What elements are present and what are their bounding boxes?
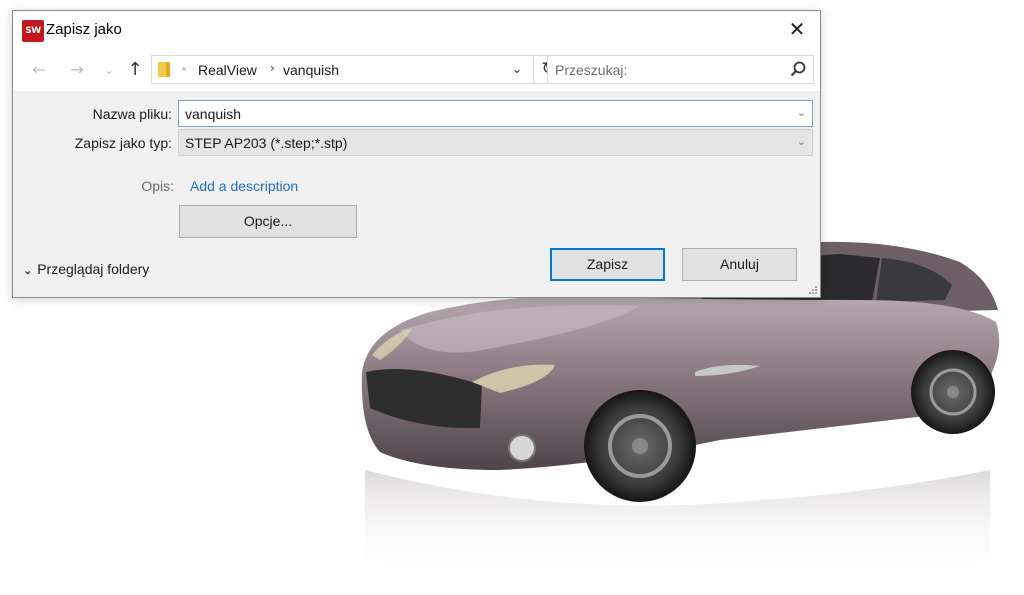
options-button[interactable]: Opcje... <box>179 205 357 238</box>
back-arrow-icon[interactable]: ← <box>27 58 51 82</box>
filename-label: Nazwa pliku: <box>92 106 172 122</box>
solidworks-app-icon: SW <box>22 20 44 42</box>
breadcrumb-chevron-icon[interactable]: › <box>270 61 275 75</box>
breadcrumb-item-realview[interactable]: RealView <box>198 62 257 78</box>
navigation-bar: ← → ⌄ ↑ « RealView › vanquish ⌄ ↻ Przesz… <box>13 49 820 91</box>
close-button[interactable]: ✕ <box>774 11 820 47</box>
chevron-down-icon[interactable]: ⌄ <box>797 135 806 148</box>
save-type-value: STEP AP203 (*.step;*.stp) <box>185 135 348 151</box>
browse-folders-toggle[interactable]: ⌄ Przeglądaj foldery <box>23 261 149 277</box>
browse-folders-label: Przeglądaj foldery <box>37 261 150 277</box>
car-fog-light <box>508 434 536 462</box>
forward-arrow-icon[interactable]: → <box>65 58 89 82</box>
save-type-select[interactable]: STEP AP203 (*.step;*.stp) ⌄ <box>178 129 813 156</box>
address-bar[interactable]: « RealView › vanquish ⌄ ↻ <box>151 55 567 84</box>
description-label: Opis: <box>141 178 174 194</box>
folder-icon <box>158 62 170 77</box>
title-bar: SW Zapisz jako ✕ <box>13 11 820 49</box>
recent-locations-icon[interactable]: ⌄ <box>97 58 121 82</box>
save-button[interactable]: Zapisz <box>550 248 665 281</box>
search-placeholder: Przeszukaj: <box>555 62 628 78</box>
resize-grip-icon[interactable] <box>808 285 818 295</box>
form-body: Nazwa pliku: vanquish ⌄ Zapisz jako typ:… <box>13 91 820 297</box>
up-arrow-icon[interactable]: ↑ <box>123 58 147 82</box>
breadcrumb-root-separator: « <box>182 64 187 73</box>
address-dropdown-icon[interactable]: ⌄ <box>507 60 527 80</box>
dialog-title: Zapisz jako <box>46 21 122 38</box>
add-description-link[interactable]: Add a description <box>190 178 298 194</box>
save-as-dialog: SW Zapisz jako ✕ ← → ⌄ ↑ « RealView › va… <box>12 10 821 298</box>
filename-field[interactable]: vanquish ⌄ <box>178 100 813 127</box>
save-type-label: Zapisz jako typ: <box>74 135 172 151</box>
breadcrumb-item-vanquish[interactable]: vanquish <box>283 62 339 78</box>
search-icon[interactable] <box>789 60 807 78</box>
chevron-down-icon[interactable]: ⌄ <box>797 106 806 119</box>
cancel-button[interactable]: Anuluj <box>682 248 797 281</box>
chevron-down-icon: ⌄ <box>23 264 33 277</box>
filename-value: vanquish <box>185 106 242 122</box>
search-input[interactable]: Przeszukaj: <box>547 55 814 84</box>
